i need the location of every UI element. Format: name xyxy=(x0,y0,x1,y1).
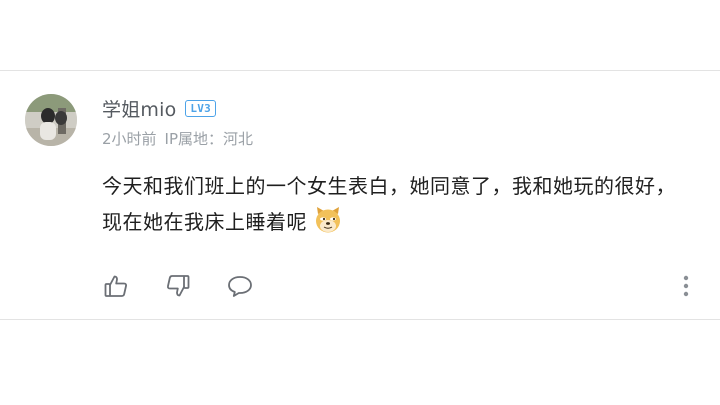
comment-item: 学姐mio LV3 2小时前 IP属地：河北 今天和我们班上的一个女生表白，她同… xyxy=(0,71,720,319)
comment-text: 今天和我们班上的一个女生表白，她同意了，我和她玩的很好，现在她在我床上睡着呢 xyxy=(102,174,676,234)
more-vertical-icon[interactable] xyxy=(676,273,696,299)
comment-meta: 2小时前 IP属地：河北 xyxy=(102,128,253,149)
comment-bubble-icon[interactable] xyxy=(226,272,254,300)
avatar[interactable] xyxy=(25,94,77,146)
ip-location: IP属地：河北 xyxy=(164,130,254,148)
doge-emoji-icon xyxy=(313,205,343,246)
comment-content: 今天和我们班上的一个女生表白，她同意了，我和她玩的很好，现在她在我床上睡着呢 xyxy=(102,168,692,246)
thumbs-up-icon[interactable] xyxy=(102,272,130,300)
comment-actions xyxy=(102,272,254,300)
username[interactable]: 学姐mio xyxy=(102,95,176,122)
comment-time: 2小时前 xyxy=(102,130,157,148)
username-row: 学姐mio LV3 xyxy=(102,95,216,122)
thumbs-down-icon[interactable] xyxy=(164,272,192,300)
bottom-divider xyxy=(0,319,720,320)
level-badge: LV3 xyxy=(185,100,216,117)
